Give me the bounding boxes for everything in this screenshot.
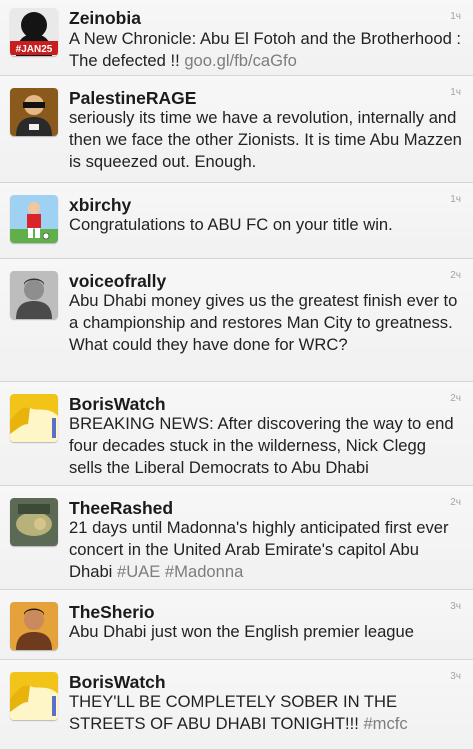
tweet-text: A New Chronicle: Abu El Fotoh and the Br… (69, 29, 462, 70)
username[interactable]: TheeRashed (69, 498, 173, 518)
tweet-item[interactable]: BorisWatch BREAKING NEWS: After discover… (0, 382, 473, 486)
user-avatar[interactable] (10, 394, 58, 442)
tweet-feed: #JAN25 Zeinobia A New Chronicle: Abu El … (0, 0, 473, 750)
cartoon-footballer-avatar (10, 195, 58, 243)
tweet-item[interactable]: #JAN25 Zeinobia A New Chronicle: Abu El … (0, 0, 473, 76)
tweet-item[interactable]: voiceofrally Abu Dhabi money gives us th… (0, 259, 473, 382)
tweet-item[interactable]: TheSherio Abu Dhabi just won the English… (0, 590, 473, 660)
tweet-text: Abu Dhabi just won the English premier l… (69, 622, 414, 641)
tweet-text: 21 days until Madonna's highly anticipat… (69, 518, 449, 581)
man-portrait-avatar (10, 602, 58, 650)
timestamp: 3ч (450, 601, 461, 612)
blond-hair-avatar (10, 394, 58, 442)
masked-man-avatar (10, 88, 58, 136)
tweet-item[interactable]: TheeRashed 21 days until Madonna's highl… (0, 486, 473, 590)
tweet-link[interactable]: goo.gl/fb/caGfo (184, 51, 297, 70)
tweet-text: Abu Dhabi money gives us the greatest fi… (69, 291, 458, 354)
timestamp: 2ч (450, 497, 461, 508)
tweet-text: seriously its time we have a revolution,… (69, 108, 462, 171)
user-avatar[interactable] (10, 195, 58, 243)
tweet-item[interactable]: BorisWatch THEY'LL BE COMPLETELY SOBER I… (0, 660, 473, 750)
timestamp: 1ч (450, 87, 461, 98)
svg-text:#JAN25: #JAN25 (16, 44, 53, 55)
man-portrait-avatar (10, 271, 58, 319)
username[interactable]: BorisWatch (69, 394, 166, 414)
tweet-item[interactable]: PalestineRAGE seriously its time we have… (0, 76, 473, 183)
timestamp: 1ч (450, 11, 461, 22)
tweet-text: THEY'LL BE COMPLETELY SOBER IN THE STREE… (69, 692, 408, 733)
username[interactable]: xbirchy (69, 195, 131, 215)
tweet-text: Congratulations to ABU FC on your title … (69, 215, 393, 234)
username[interactable]: Zeinobia (69, 8, 141, 28)
tweet-item[interactable]: xbirchy Congratulations to ABU FC on you… (0, 183, 473, 259)
blond-hair-avatar (10, 672, 58, 720)
user-avatar[interactable] (10, 602, 58, 650)
timestamp: 2ч (450, 393, 461, 404)
timestamp: 2ч (450, 270, 461, 281)
user-avatar[interactable] (10, 672, 58, 720)
tweet-text: BREAKING NEWS: After discovering the way… (69, 414, 454, 477)
username[interactable]: voiceofrally (69, 271, 166, 291)
username[interactable]: TheSherio (69, 602, 155, 622)
user-avatar[interactable] (10, 88, 58, 136)
jan25-silhouette-avatar: #JAN25 (10, 8, 58, 56)
tweet-hashtags[interactable]: #mcfc (363, 714, 407, 733)
timestamp: 3ч (450, 671, 461, 682)
username[interactable]: BorisWatch (69, 672, 166, 692)
photo-avatar (10, 498, 58, 546)
user-avatar[interactable] (10, 271, 58, 319)
timestamp: 1ч (450, 194, 461, 205)
tweet-hashtags[interactable]: #UAE #Madonna (117, 562, 243, 581)
username[interactable]: PalestineRAGE (69, 88, 196, 108)
user-avatar[interactable]: #JAN25 (10, 8, 58, 56)
user-avatar[interactable] (10, 498, 58, 546)
